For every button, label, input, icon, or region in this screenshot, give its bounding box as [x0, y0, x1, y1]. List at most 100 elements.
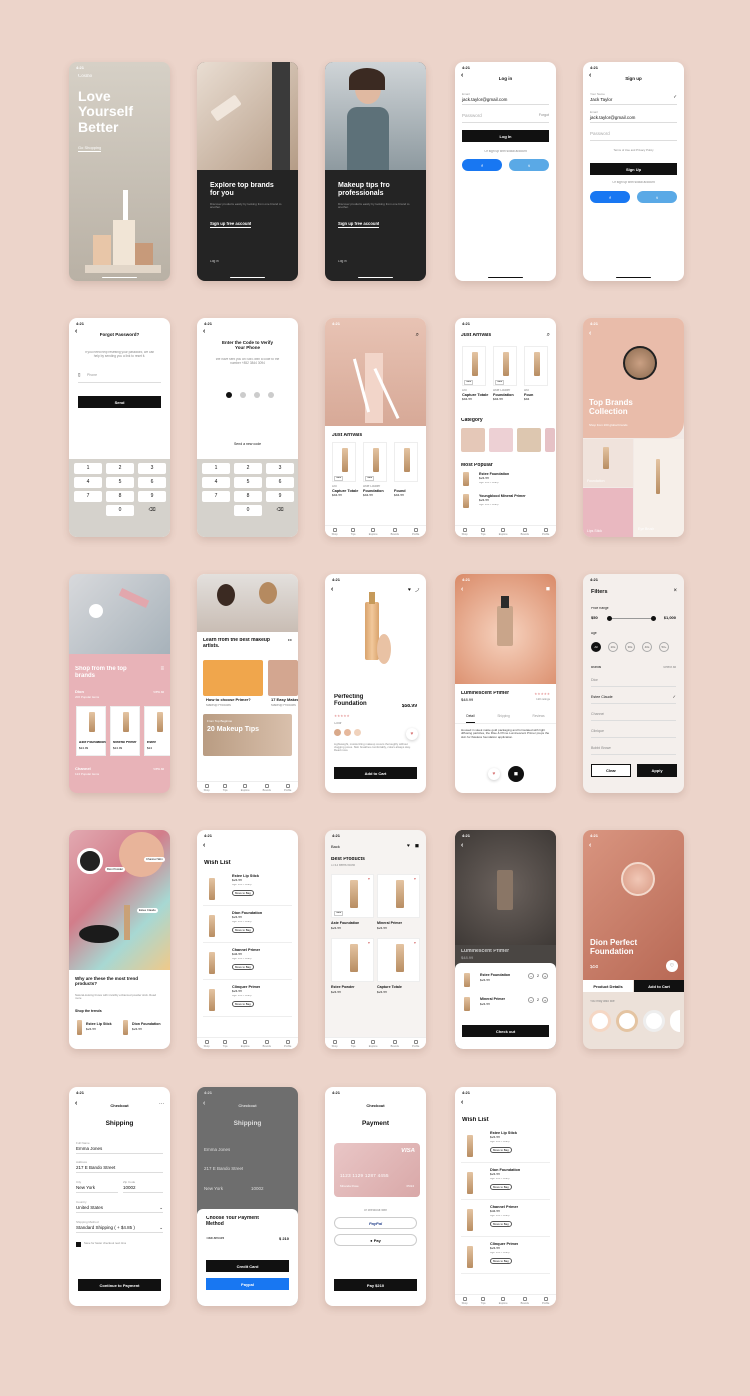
tab-reviews[interactable]: Reviews	[533, 714, 545, 723]
tag-dion[interactable]: Dion Powder	[105, 867, 126, 873]
tile-foundation[interactable]: Foundation	[583, 439, 633, 487]
brand-option[interactable]: Channel	[591, 712, 604, 716]
product-card[interactable]	[524, 346, 548, 386]
recommendation-item[interactable]	[589, 1010, 611, 1032]
backspace-icon[interactable]: ⌫	[266, 505, 294, 516]
popular-name[interactable]: Estee Foundation	[479, 472, 509, 476]
age-chip-All[interactable]: All	[591, 642, 601, 652]
tab-profile[interactable]: Profile	[412, 527, 419, 536]
heart-icon[interactable]: ♥	[414, 941, 416, 945]
full-name-field[interactable]: Full Name Emma Jones	[76, 1141, 163, 1154]
key-9[interactable]: 9	[138, 491, 166, 502]
share-icon[interactable]: ⤴	[415, 588, 420, 594]
tab-brands[interactable]: Brands	[521, 527, 529, 536]
forgot-link[interactable]: Forgot	[539, 113, 549, 117]
product-card[interactable]: ♥	[377, 938, 420, 982]
paypal-button[interactable]: PayPal	[334, 1217, 417, 1229]
tab-brands[interactable]: Brands	[391, 527, 399, 536]
tab-profile[interactable]: Profile	[542, 527, 549, 536]
move-to-bag-button[interactable]: Move to Bag	[490, 1221, 512, 1228]
twitter-button[interactable]: t	[637, 191, 677, 203]
category-tile[interactable]	[461, 428, 485, 452]
tab-shop[interactable]: Shop	[332, 527, 338, 536]
email-field[interactable]: Email jack.taylor@gmail.com	[462, 92, 549, 105]
plus-icon[interactable]: +	[542, 973, 548, 979]
move-to-bag-button[interactable]: Move to Bag	[232, 964, 254, 971]
key-6[interactable]: 6	[266, 477, 294, 488]
product-card[interactable]: Mineral Primer $24.99	[110, 706, 140, 756]
key-9[interactable]: 9	[266, 491, 294, 502]
name-field[interactable]: Your Name Jack Taylor ✓	[590, 92, 677, 105]
tab-tips[interactable]: Tips	[481, 1296, 486, 1305]
age-chip-50+[interactable]: 50+	[659, 642, 669, 652]
tab-shop[interactable]: Shop	[204, 783, 210, 792]
minus-icon[interactable]: −	[528, 973, 534, 979]
bag-icon[interactable]: ◼	[546, 587, 550, 593]
close-icon[interactable]: ×	[673, 588, 677, 595]
back-icon[interactable]: ‹	[589, 330, 591, 337]
key-3[interactable]: 3	[266, 463, 294, 474]
heart-icon[interactable]: ♥	[368, 941, 370, 945]
tile-brush[interactable]: Eye Brush	[634, 439, 684, 537]
country-field[interactable]: Country United States ⌄	[76, 1200, 163, 1213]
trend-name[interactable]: Estee Lip Stick	[86, 1022, 112, 1026]
product-card[interactable]: New	[363, 442, 387, 482]
sign-up-link[interactable]: Sign up free account	[210, 222, 252, 228]
go-shopping-link[interactable]: Go Shopping	[78, 146, 102, 152]
tab-detail[interactable]: Detail	[466, 714, 475, 723]
heart-icon[interactable]: ♥	[414, 877, 416, 881]
tab-profile[interactable]: Profile	[412, 1039, 419, 1048]
key-5[interactable]: 5	[106, 477, 134, 488]
tag-estee[interactable]: Estee Claude	[137, 908, 158, 914]
log-in-button[interactable]: Log In	[462, 130, 549, 142]
back-icon[interactable]: ‹	[203, 842, 205, 849]
select-all-link[interactable]: Select all	[663, 666, 676, 670]
key-2[interactable]: 2	[106, 463, 134, 474]
twitter-button[interactable]: t	[509, 159, 549, 171]
continue-button[interactable]: Continue to Payment	[78, 1279, 161, 1291]
more-icon[interactable]: ···	[159, 1102, 164, 1108]
wishlist-fab[interactable]: ♥	[406, 728, 418, 740]
article-card-2[interactable]	[268, 660, 298, 696]
wish-item-name[interactable]: Dion Foundation	[232, 911, 262, 915]
tab-profile[interactable]: Profile	[284, 1039, 291, 1048]
save-checkbox[interactable]	[76, 1242, 81, 1247]
filter-icon[interactable]: ☷	[288, 638, 292, 644]
wish-item-name[interactable]: Channel Primer	[232, 948, 260, 952]
password-field[interactable]: Password	[590, 128, 677, 141]
product-card[interactable]: Aste Foundation $24.99	[76, 706, 106, 756]
key-8[interactable]: 8	[234, 491, 262, 502]
age-chip-20s[interactable]: 20s	[608, 642, 618, 652]
back-icon[interactable]: ‹	[461, 1099, 463, 1106]
credit-card-button[interactable]: Credit Card	[206, 1260, 289, 1272]
category-tile[interactable]	[517, 428, 541, 452]
facebook-button[interactable]: f	[590, 191, 630, 203]
tab-explore[interactable]: Explore	[369, 1039, 378, 1048]
search-icon[interactable]: ⌕	[547, 332, 550, 339]
back-icon[interactable]: ‹	[461, 842, 463, 849]
add-to-cart-button[interactable]: Add to Cart	[334, 767, 417, 779]
tab-brands[interactable]: Brands	[521, 1296, 529, 1305]
pay-button[interactable]: Pay $210	[334, 1279, 417, 1291]
article-card-1[interactable]	[203, 660, 263, 696]
add-to-cart-button[interactable]: Add to Cart	[634, 980, 684, 992]
price-slider[interactable]	[607, 616, 656, 621]
key-6[interactable]: 6	[138, 477, 166, 488]
heart-icon[interactable]: ♥	[368, 877, 370, 881]
product-card[interactable]: ♥	[377, 874, 420, 918]
key-2[interactable]: 2	[234, 463, 262, 474]
back-icon[interactable]: ‹	[203, 328, 205, 335]
product-card[interactable]: Estee $24	[144, 706, 170, 756]
key-3[interactable]: 3	[138, 463, 166, 474]
wish-item-name[interactable]: Dion Foundation	[490, 1168, 520, 1172]
credit-card[interactable]: VISA 1123 1129 1287 4455 Miranda Rose 05…	[334, 1143, 420, 1197]
tag-channel[interactable]: Channel Skin	[144, 857, 165, 863]
zip-field[interactable]: Zip Code 10002	[123, 1180, 163, 1193]
tab-explore[interactable]: Explore	[499, 1296, 508, 1305]
log-in-link[interactable]: Log in	[210, 260, 219, 264]
category-tile[interactable]	[545, 428, 555, 452]
key-4[interactable]: 4	[202, 477, 230, 488]
check-out-button[interactable]: Check out	[462, 1025, 549, 1037]
facebook-button[interactable]: f	[462, 159, 502, 171]
key-4[interactable]: 4	[74, 477, 102, 488]
